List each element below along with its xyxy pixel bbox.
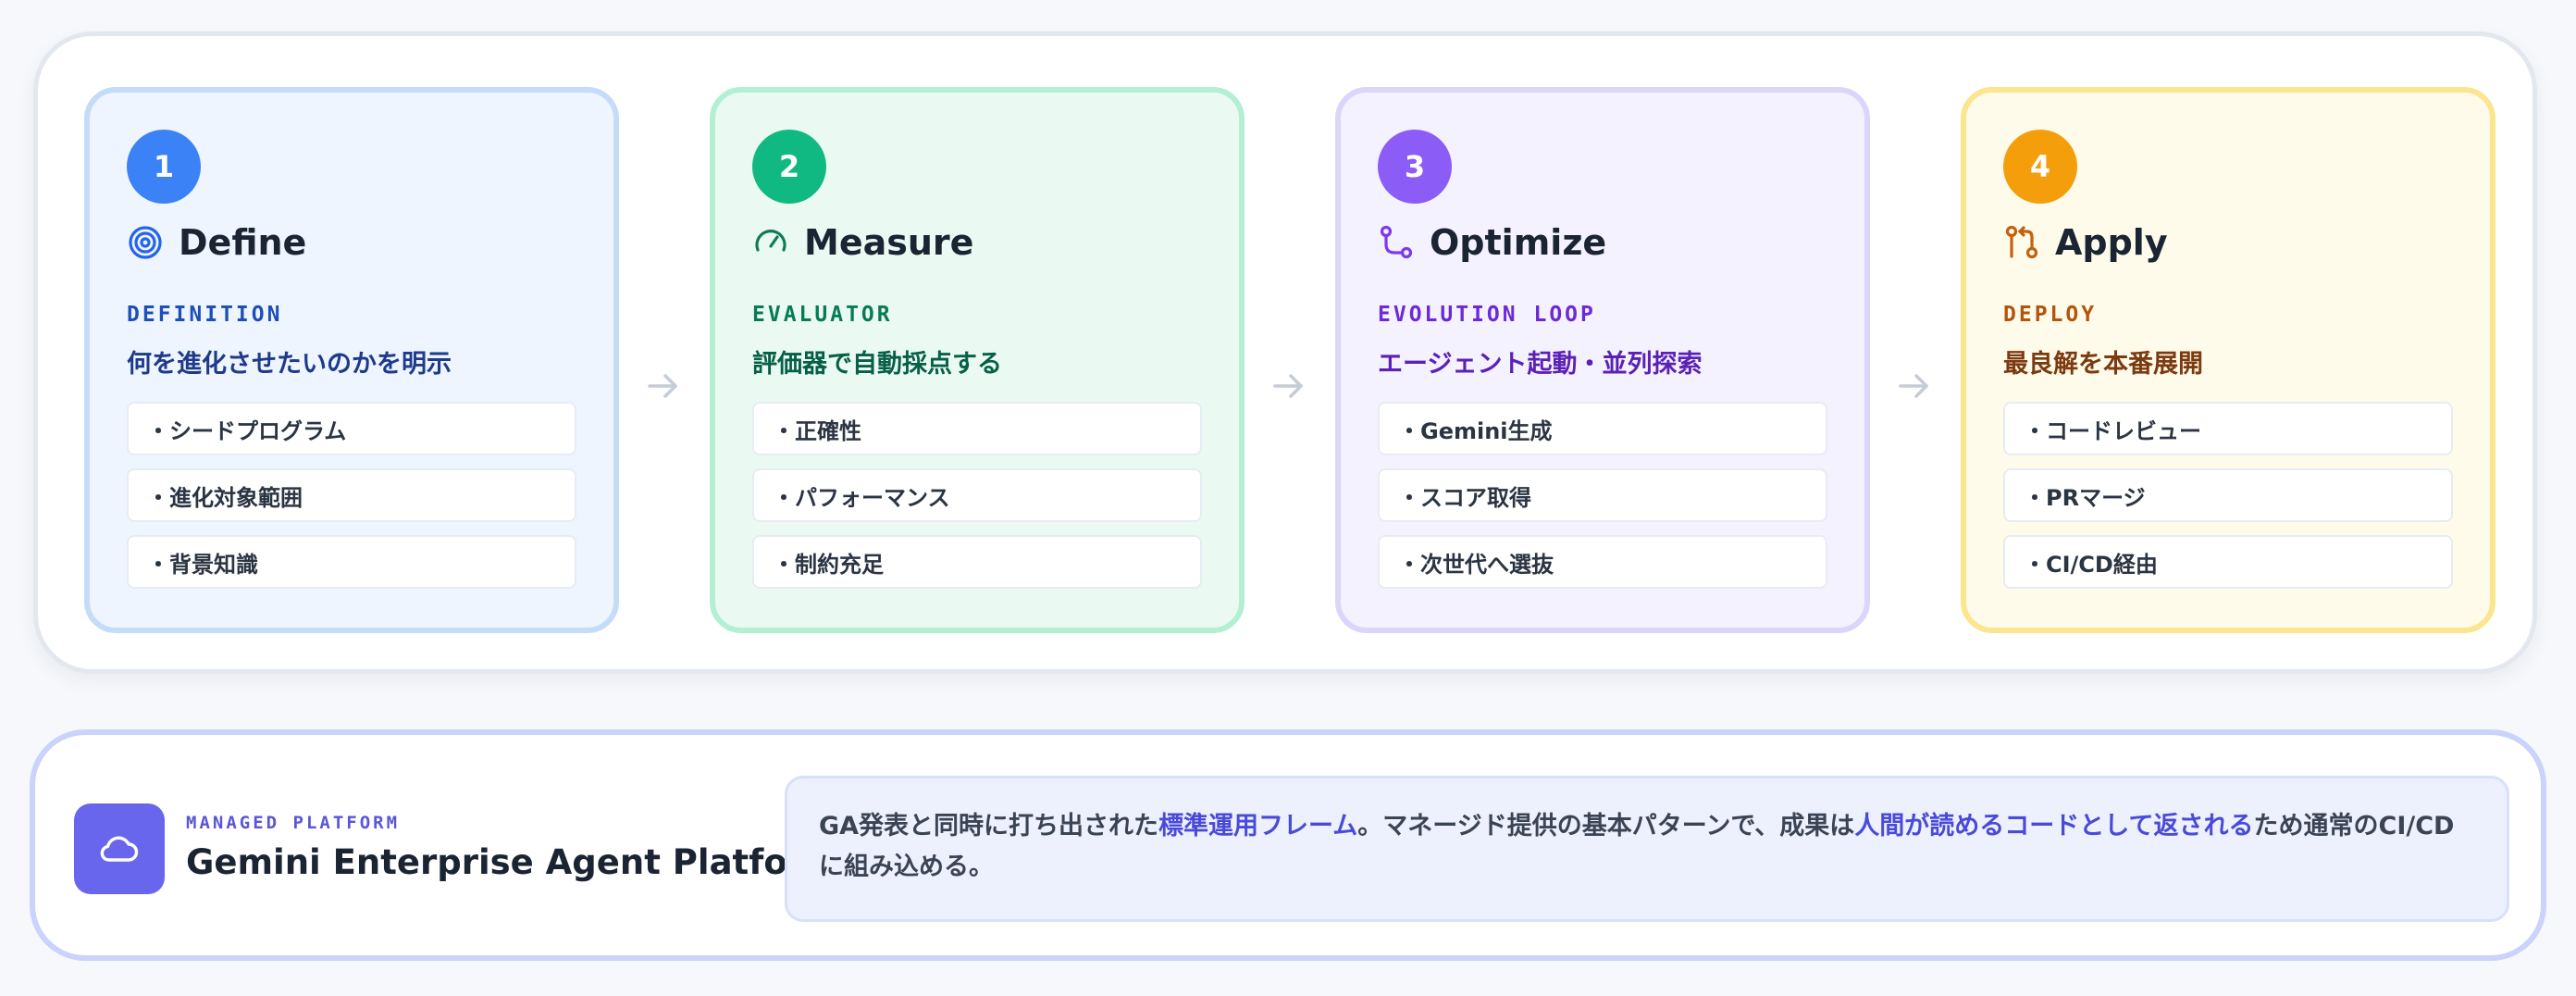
step-item-list: ・正確性 ・パフォーマンス ・制約充足 bbox=[752, 402, 1202, 602]
branch-icon bbox=[1378, 224, 1415, 261]
pull-request-icon bbox=[2003, 224, 2040, 261]
arrow-right-icon bbox=[648, 374, 677, 398]
list-item: ・PRマージ bbox=[2003, 468, 2453, 522]
step-item-list: ・シードプログラム ・進化対象範囲 ・背景知識 bbox=[127, 402, 576, 602]
list-item: ・制約充足 bbox=[752, 535, 1202, 589]
step-tag: EVOLUTION LOOP bbox=[1378, 303, 1596, 327]
step-subtitle: エージェント起動・並列探索 bbox=[1378, 350, 1703, 379]
step-title: Measure bbox=[804, 222, 974, 263]
step-card-optimize: 3 Optimize EVOLUTION LOOP エージェント起動・並列探索 … bbox=[1335, 87, 1870, 633]
list-item: ・CI/CD経由 bbox=[2003, 535, 2453, 589]
step-title: Define bbox=[179, 222, 307, 263]
list-item: ・パフォーマンス bbox=[752, 468, 1202, 522]
platform-name: Gemini Enterprise Agent Platform bbox=[186, 842, 840, 882]
platform-panel: MANAGED PLATFORM Gemini Enterprise Agent… bbox=[30, 729, 2546, 961]
description-text: 。マネージド提供の基本パターンで、成果は bbox=[1357, 812, 1855, 840]
step-tag: DEFINITION bbox=[127, 303, 283, 327]
arrow-right-icon bbox=[1273, 374, 1303, 398]
gauge-icon bbox=[752, 224, 789, 261]
step-subtitle: 最良解を本番展開 bbox=[2003, 350, 2203, 379]
list-item: ・シードプログラム bbox=[127, 402, 576, 455]
step-number-badge: 1 bbox=[127, 130, 201, 204]
step-title: Optimize bbox=[1430, 222, 1607, 263]
list-item: ・正確性 bbox=[752, 402, 1202, 455]
step-card-measure: 2 Measure EVALUATOR 評価器で自動採点する ・正確性 ・パフォ… bbox=[710, 87, 1245, 633]
cloud-icon bbox=[74, 803, 165, 894]
platform-tag: MANAGED PLATFORM bbox=[186, 813, 401, 833]
description-highlight: 標準運用フレーム bbox=[1158, 812, 1358, 840]
list-item: ・進化対象範囲 bbox=[127, 468, 576, 522]
step-card-apply: 4 Apply DEPLOY 最良解を本番展開 ・コードレビュー ・PRマージ … bbox=[1961, 87, 2496, 633]
arrow-right-icon bbox=[1899, 374, 1928, 398]
step-card-define: 1 Define DEFINITION 何を進化させたいのかを明示 ・シードプロ… bbox=[84, 87, 619, 633]
workflow-panel: 1 Define DEFINITION 何を進化させたいのかを明示 ・シードプロ… bbox=[33, 31, 2537, 674]
step-title: Apply bbox=[2055, 222, 2168, 263]
step-number-badge: 2 bbox=[752, 130, 826, 204]
list-item: ・Gemini生成 bbox=[1378, 402, 1827, 455]
step-item-list: ・Gemini生成 ・スコア取得 ・次世代へ選抜 bbox=[1378, 402, 1827, 602]
step-tag: EVALUATOR bbox=[752, 303, 893, 327]
step-number-badge: 3 bbox=[1378, 130, 1452, 204]
step-subtitle: 何を進化させたいのかを明示 bbox=[127, 350, 452, 379]
platform-description: GA発表と同時に打ち出された標準運用フレーム。マネージド提供の基本パターンで、成… bbox=[785, 776, 2509, 922]
list-item: ・スコア取得 bbox=[1378, 468, 1827, 522]
step-tag: DEPLOY bbox=[2003, 303, 2098, 327]
step-item-list: ・コードレビュー ・PRマージ ・CI/CD経由 bbox=[2003, 402, 2453, 602]
description-text: GA発表と同時に打ち出された bbox=[819, 812, 1159, 840]
description-highlight: 人間が読めるコードとして返される bbox=[1854, 812, 2254, 840]
step-number-badge: 4 bbox=[2003, 130, 2077, 204]
list-item: ・背景知識 bbox=[127, 535, 576, 589]
list-item: ・コードレビュー bbox=[2003, 402, 2453, 455]
target-icon bbox=[127, 224, 164, 261]
step-subtitle: 評価器で自動採点する bbox=[752, 350, 1002, 379]
list-item: ・次世代へ選抜 bbox=[1378, 535, 1827, 589]
